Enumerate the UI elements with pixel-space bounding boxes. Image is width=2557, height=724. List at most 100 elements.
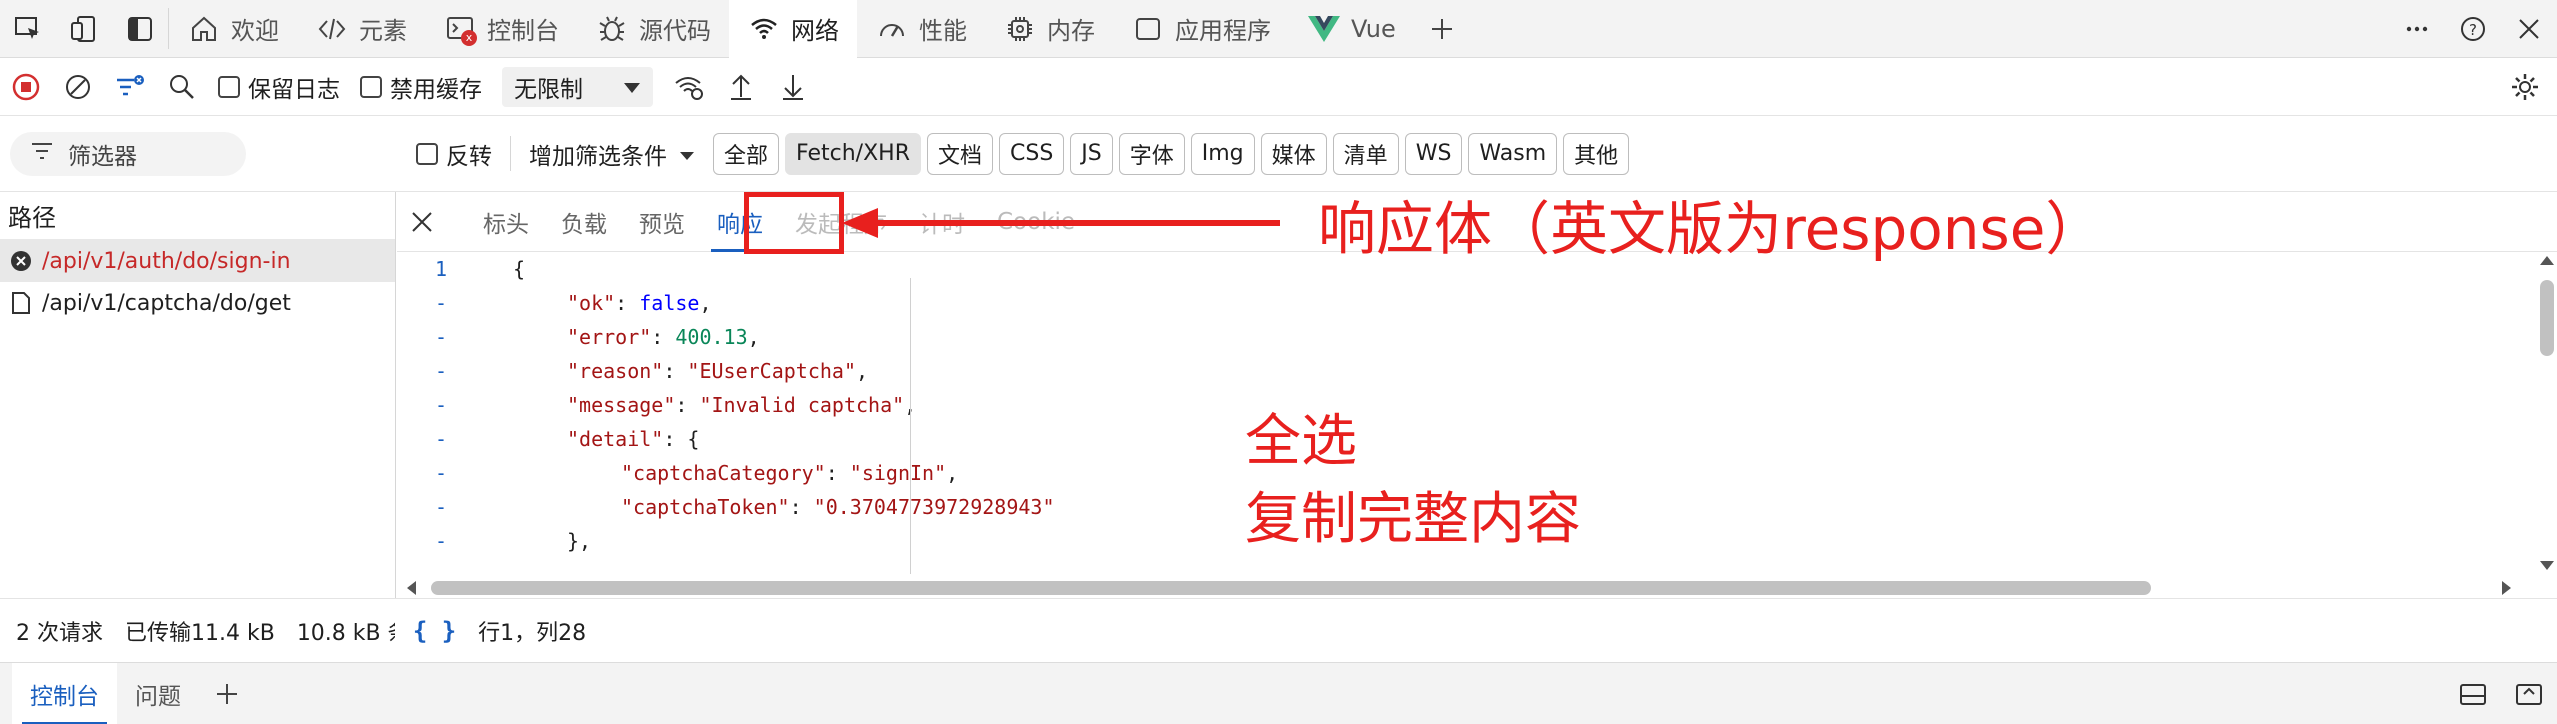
line-number: - bbox=[434, 359, 447, 383]
filter-input[interactable]: 筛选器 bbox=[10, 131, 246, 176]
code-token: "EUserCaptcha" bbox=[687, 359, 856, 383]
tab-memory[interactable]: 内存 bbox=[985, 0, 1113, 58]
add-drawer-tab-icon[interactable] bbox=[199, 663, 255, 724]
inspect-element-icon[interactable] bbox=[0, 0, 56, 58]
checkbox-box[interactable] bbox=[416, 142, 438, 165]
scroll-down-arrow-icon[interactable] bbox=[2537, 558, 2557, 574]
status-bar: 2 次请求 已传输11.4 kB 10.8 kB 条 { } 行1，列28 bbox=[0, 598, 2557, 662]
error-badge-icon: x bbox=[461, 29, 477, 46]
code-token: : bbox=[663, 359, 688, 383]
line-number: - bbox=[434, 529, 447, 553]
code-token: "ok" bbox=[567, 291, 616, 315]
application-icon bbox=[1131, 12, 1165, 46]
code-token: : bbox=[615, 291, 640, 315]
code-token: "detail" bbox=[567, 427, 664, 451]
close-drawer-icon[interactable] bbox=[2501, 663, 2557, 724]
clear-log-icon[interactable] bbox=[52, 58, 104, 116]
request-path: /api/v1/captcha/do/get bbox=[42, 290, 291, 316]
horizontal-scrollbar[interactable] bbox=[397, 574, 2557, 598]
path-column-header[interactable]: 路径 bbox=[0, 192, 395, 240]
line-number: - bbox=[434, 325, 447, 349]
code-line: - "error": 400.13, bbox=[397, 320, 2537, 354]
filter-chip[interactable]: 文档 bbox=[926, 132, 993, 175]
preserve-log-checkbox[interactable]: 保留日志 bbox=[218, 70, 340, 104]
device-emulation-icon[interactable] bbox=[56, 0, 112, 58]
filter-chip[interactable]: 全部 bbox=[713, 132, 780, 175]
scrollbar-thumb[interactable] bbox=[431, 581, 2151, 595]
filter-chip[interactable]: 其他 bbox=[1563, 132, 1630, 175]
stop-recording-icon[interactable] bbox=[0, 58, 52, 116]
scrollbar-thumb[interactable] bbox=[2540, 280, 2554, 356]
disable-cache-checkbox[interactable]: 禁用缓存 bbox=[360, 70, 482, 104]
line-number: - bbox=[434, 427, 447, 451]
throttling-select[interactable]: 无限制 bbox=[502, 66, 653, 107]
dock-side-icon[interactable] bbox=[112, 0, 168, 58]
filter-chip[interactable]: JS bbox=[1070, 132, 1113, 175]
export-har-icon[interactable] bbox=[767, 58, 819, 116]
dock-drawer-icon[interactable] bbox=[2445, 663, 2501, 724]
tab-console[interactable]: x 控制台 bbox=[425, 0, 577, 58]
annotation-response-note: 响应体（英文版为response） bbox=[1318, 195, 2104, 263]
tab-welcome[interactable]: 欢迎 bbox=[169, 0, 297, 58]
tab-payload[interactable]: 负载 bbox=[545, 192, 623, 252]
close-devtools-icon[interactable] bbox=[2501, 0, 2557, 58]
tab-network[interactable]: 网络 bbox=[729, 0, 857, 59]
checkbox-box[interactable] bbox=[218, 75, 240, 98]
import-har-icon[interactable] bbox=[715, 58, 767, 116]
scroll-left-arrow-icon[interactable] bbox=[403, 578, 419, 598]
tab-vue[interactable]: Vue bbox=[1289, 0, 1414, 58]
line-number: - bbox=[434, 495, 447, 519]
filter-chip[interactable]: WS bbox=[1404, 132, 1463, 175]
pretty-print-icon[interactable]: { } bbox=[413, 617, 456, 645]
help-icon[interactable]: ? bbox=[2445, 0, 2501, 58]
filter-chip[interactable]: 媒体 bbox=[1260, 132, 1327, 175]
disable-cache-label: 禁用缓存 bbox=[390, 76, 482, 103]
filter-chip[interactable]: CSS bbox=[999, 132, 1065, 175]
more-options-icon[interactable] bbox=[2389, 0, 2445, 58]
tab-sources[interactable]: 源代码 bbox=[577, 0, 729, 58]
code-line: - "detail": { bbox=[397, 422, 2537, 456]
settings-gear-icon[interactable] bbox=[2499, 58, 2551, 116]
filter-bar: 筛选器 反转 增加筛选条件 全部 Fetch/XHR 文档 CSS JS 字体 Img 媒体清… bbox=[0, 116, 2557, 192]
drawer-tab-console[interactable]: 控制台 bbox=[12, 662, 117, 724]
code-token: : bbox=[675, 393, 700, 417]
invert-checkbox[interactable]: 反转 bbox=[416, 137, 492, 171]
code-token: : bbox=[651, 325, 676, 349]
request-row[interactable]: /api/v1/captcha/do/get bbox=[0, 282, 395, 324]
tab-elements[interactable]: 元素 bbox=[297, 0, 425, 58]
vertical-scrollbar[interactable] bbox=[2537, 252, 2557, 574]
more-filters-dropdown[interactable]: 增加筛选条件 bbox=[529, 137, 695, 171]
tab-headers[interactable]: 标头 bbox=[467, 192, 545, 252]
code-token: : bbox=[825, 461, 850, 485]
transferred-size: 已传输11.4 kB bbox=[125, 620, 275, 646]
home-icon bbox=[187, 12, 221, 46]
network-conditions-icon[interactable] bbox=[663, 58, 715, 116]
tab-preview[interactable]: 预览 bbox=[623, 192, 701, 252]
drawer-tab-issues[interactable]: 问题 bbox=[117, 663, 199, 724]
code-text: }, bbox=[467, 529, 591, 553]
code-token: : { bbox=[663, 427, 700, 451]
filter-chip[interactable]: Fetch/XHR bbox=[785, 132, 921, 175]
scroll-right-arrow-icon[interactable] bbox=[2499, 578, 2515, 598]
filter-settings-icon[interactable] bbox=[104, 58, 156, 116]
close-detail-icon[interactable] bbox=[397, 192, 447, 252]
filter-chip[interactable]: Img bbox=[1190, 132, 1255, 175]
tab-label: 源代码 bbox=[639, 17, 711, 45]
annotation-arrow-icon bbox=[842, 208, 1280, 238]
performance-icon bbox=[875, 12, 909, 46]
tab-performance[interactable]: 性能 bbox=[857, 0, 985, 58]
scroll-up-arrow-icon[interactable] bbox=[2537, 252, 2557, 268]
code-line: - "ok": false, bbox=[397, 286, 2537, 320]
tab-application[interactable]: 应用程序 bbox=[1113, 0, 1289, 58]
filter-chip[interactable]: 字体 bbox=[1118, 132, 1185, 175]
code-text: "detail": { bbox=[467, 427, 699, 451]
code-token: "captchaToken" bbox=[621, 495, 790, 519]
add-tool-icon[interactable] bbox=[1414, 0, 1470, 58]
tab-label: 性能 bbox=[919, 17, 967, 45]
filter-chip[interactable]: Wasm bbox=[1468, 132, 1558, 175]
search-icon[interactable] bbox=[156, 58, 208, 116]
code-token: false bbox=[639, 291, 700, 315]
filter-chip[interactable]: 清单 bbox=[1332, 132, 1399, 175]
checkbox-box[interactable] bbox=[360, 75, 382, 98]
request-row[interactable]: /api/v1/auth/do/sign-in bbox=[0, 240, 395, 282]
